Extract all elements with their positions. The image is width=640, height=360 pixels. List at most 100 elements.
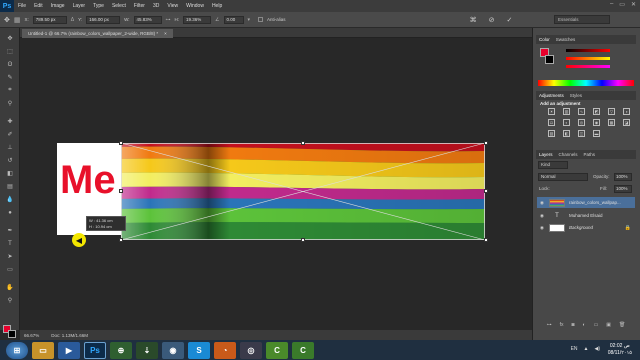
- brightness-icon[interactable]: ☀: [548, 108, 555, 115]
- new-layer-icon[interactable]: ▣: [606, 322, 611, 330]
- tab-channels[interactable]: Channels: [559, 152, 578, 157]
- transform-handle-bottom-left[interactable]: [119, 238, 123, 242]
- opacity-field[interactable]: 100%: [614, 173, 632, 181]
- marquee-tool-icon[interactable]: ⬚: [4, 47, 16, 56]
- hue-saturation-icon[interactable]: ◑: [623, 108, 630, 115]
- chrome-icon[interactable]: ◉: [162, 341, 184, 359]
- delta-icon[interactable]: Δ: [71, 17, 74, 23]
- new-group-icon[interactable]: ▭: [594, 322, 599, 330]
- photoshop-task-icon[interactable]: Ps: [84, 341, 106, 359]
- transform-handle-top-left[interactable]: [119, 141, 123, 145]
- antialias-checkbox[interactable]: [258, 17, 264, 22]
- close-button[interactable]: ✕: [631, 1, 636, 8]
- camtasia-recorder-icon[interactable]: C: [292, 341, 314, 359]
- green-slider[interactable]: [566, 57, 610, 60]
- zoom-level[interactable]: 66.67%: [24, 333, 39, 338]
- tab-color[interactable]: Color: [539, 37, 550, 42]
- skype-icon[interactable]: S: [188, 341, 210, 359]
- link-layers-icon[interactable]: ⊶: [547, 322, 552, 330]
- blend-mode-select[interactable]: Normal: [538, 173, 588, 181]
- maximize-button[interactable]: ▭: [619, 1, 625, 8]
- move-tool-icon[interactable]: ✥: [4, 34, 16, 43]
- gradient-tool-icon[interactable]: ▤: [4, 182, 16, 191]
- reference-point-icon[interactable]: ▦: [14, 16, 21, 24]
- background-color-swatch[interactable]: [8, 330, 16, 338]
- menu-type[interactable]: Type: [89, 3, 108, 9]
- volume-icon[interactable]: ◀): [594, 346, 600, 352]
- downloader-icon[interactable]: ⇣: [136, 341, 158, 359]
- clock[interactable]: 02:02 ص 08/11/٢٠١٥: [608, 343, 632, 357]
- commit-transform-icon[interactable]: ✓: [506, 16, 512, 24]
- menu-window[interactable]: Window: [182, 3, 208, 9]
- interpolation-icon[interactable]: ▾: [248, 17, 251, 23]
- app-icon[interactable]: ◎: [240, 341, 262, 359]
- angle-field[interactable]: 0.00: [223, 15, 244, 24]
- exposure-icon[interactable]: ◩: [593, 108, 600, 115]
- height-field[interactable]: 19.36%: [183, 15, 212, 24]
- channel-mixer-icon[interactable]: ◉: [593, 119, 600, 126]
- color-ramp[interactable]: [538, 80, 634, 86]
- link-icon[interactable]: ⊶: [166, 17, 171, 23]
- lasso-tool-icon[interactable]: ʘ: [4, 60, 16, 69]
- zoom-tool-icon[interactable]: ⚲: [4, 296, 16, 305]
- add-mask-icon[interactable]: ◙: [572, 322, 575, 330]
- black-white-icon[interactable]: ◐: [563, 119, 570, 126]
- tab-styles[interactable]: Styles: [570, 93, 582, 98]
- transform-handle-bottom[interactable]: [301, 238, 305, 242]
- rainbow-wallpaper-image[interactable]: [121, 143, 485, 240]
- warp-icon[interactable]: ⌘: [470, 16, 477, 24]
- layer-row-text[interactable]: ◉ T Muhamed Elsaid: [537, 210, 635, 221]
- x-field[interactable]: 789.50 px: [32, 15, 67, 24]
- explorer-icon[interactable]: ▭: [32, 341, 54, 359]
- menu-help[interactable]: Help: [208, 3, 226, 9]
- network-icon[interactable]: ⊕: [110, 341, 132, 359]
- menu-select[interactable]: Select: [108, 3, 130, 9]
- visibility-eye-icon[interactable]: ◉: [539, 225, 545, 231]
- fx-icon[interactable]: fx: [560, 322, 564, 330]
- menu-file[interactable]: File: [14, 3, 30, 9]
- transform-handle-top-right[interactable]: [484, 141, 488, 145]
- color-balance-icon[interactable]: ⚖: [548, 119, 555, 126]
- transform-handle-bottom-right[interactable]: [484, 238, 488, 242]
- visibility-eye-icon[interactable]: ◉: [539, 213, 545, 219]
- cancel-transform-icon[interactable]: ⊘: [489, 16, 495, 24]
- eraser-tool-icon[interactable]: ◧: [4, 169, 16, 178]
- hand-tool-icon[interactable]: ✋: [4, 283, 16, 292]
- y-field[interactable]: 166.00 px: [86, 15, 121, 24]
- pen-tool-icon[interactable]: ✒: [4, 226, 16, 235]
- menu-layer[interactable]: Layer: [69, 3, 90, 9]
- new-adjustment-icon[interactable]: ◐: [583, 322, 586, 330]
- tab-layers[interactable]: Layers: [539, 152, 553, 157]
- close-tab-icon[interactable]: ×: [164, 31, 167, 36]
- layer-filter-kind[interactable]: Kind: [538, 161, 568, 169]
- transform-handle-left[interactable]: [119, 189, 123, 193]
- transform-tool-icon[interactable]: ✥: [4, 16, 10, 24]
- gradient-map-icon[interactable]: ▬: [593, 130, 600, 137]
- firefox-icon[interactable]: ◔: [214, 341, 236, 359]
- camtasia-icon[interactable]: C: [266, 341, 288, 359]
- tab-paths[interactable]: Paths: [584, 152, 596, 157]
- clone-stamp-tool-icon[interactable]: ⊥: [4, 143, 16, 152]
- transform-handle-right[interactable]: [484, 189, 488, 193]
- brush-tool-icon[interactable]: ✐: [4, 130, 16, 139]
- vibrance-icon[interactable]: ▽: [608, 108, 615, 115]
- crop-tool-icon[interactable]: ⌗: [4, 86, 16, 95]
- quick-select-tool-icon[interactable]: ✎: [4, 73, 16, 82]
- tray-arrow-icon[interactable]: ▲: [584, 346, 589, 352]
- threshold-icon[interactable]: ◧: [563, 130, 570, 137]
- path-select-tool-icon[interactable]: ➤: [4, 252, 16, 261]
- history-brush-tool-icon[interactable]: ↺: [4, 156, 16, 165]
- dodge-tool-icon[interactable]: ●: [4, 208, 16, 217]
- eyedropper-tool-icon[interactable]: ⚲: [4, 99, 16, 108]
- photo-filter-icon[interactable]: ◎: [578, 119, 585, 126]
- width-field[interactable]: 45.83%: [133, 15, 162, 24]
- posterize-icon[interactable]: ▨: [548, 130, 555, 137]
- blue-slider[interactable]: [566, 65, 610, 68]
- transform-handle-top[interactable]: [301, 141, 305, 145]
- shape-tool-icon[interactable]: ▭: [4, 265, 16, 274]
- menu-edit[interactable]: Edit: [30, 3, 47, 9]
- fill-field[interactable]: 100%: [614, 185, 632, 193]
- color-lookup-icon[interactable]: ▦: [608, 119, 615, 126]
- workspace-select[interactable]: Essentials: [554, 15, 610, 24]
- menu-view[interactable]: View: [163, 3, 182, 9]
